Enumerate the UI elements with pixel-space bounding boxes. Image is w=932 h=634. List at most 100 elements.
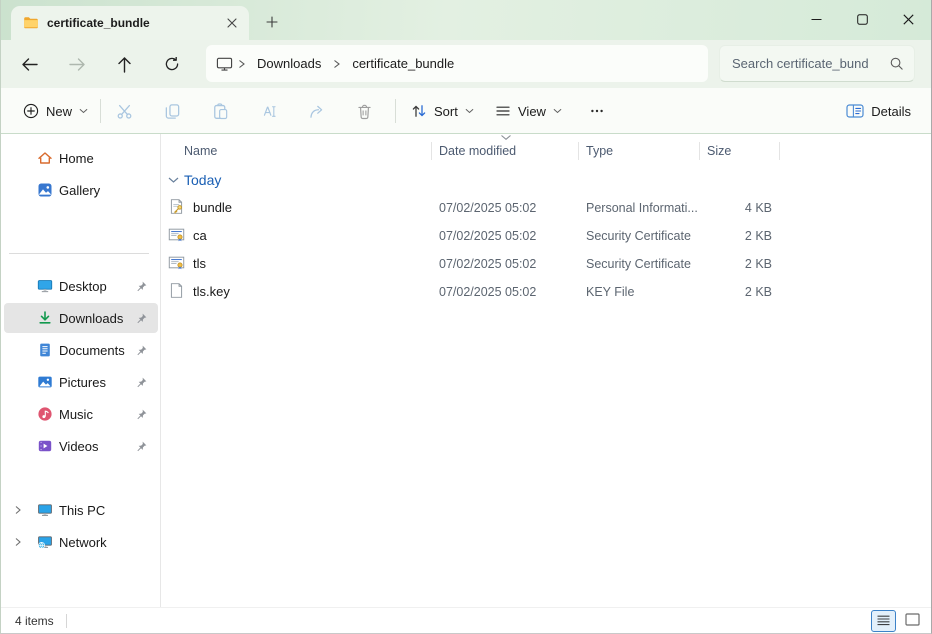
pin-icon bbox=[135, 440, 148, 453]
file-date-modified: 07/02/2025 05:02 bbox=[439, 229, 536, 243]
key-file-icon bbox=[168, 282, 185, 299]
sidebar-item-label: This PC bbox=[59, 503, 105, 518]
chevron-right-icon bbox=[332, 59, 341, 69]
sidebar-item-label: Videos bbox=[59, 439, 99, 454]
tab-title: certificate_bundle bbox=[47, 16, 213, 30]
file-row-tls[interactable]: tls 07/02/2025 05:02 Security Certificat… bbox=[162, 249, 802, 277]
tab-bar: certificate_bundle bbox=[1, 0, 931, 40]
column-divider[interactable] bbox=[431, 142, 432, 160]
column-header-date-modified[interactable]: Date modified bbox=[439, 140, 516, 162]
sort-button[interactable]: Sort bbox=[405, 95, 480, 127]
pin-icon bbox=[135, 280, 148, 293]
column-divider[interactable] bbox=[578, 142, 579, 160]
group-label: Today bbox=[184, 172, 221, 188]
pin-icon bbox=[135, 344, 148, 357]
paste-button[interactable] bbox=[200, 95, 240, 127]
pfx-file-icon bbox=[168, 198, 185, 215]
sidebar-item-music[interactable]: Music bbox=[4, 399, 158, 429]
file-type: Security Certificate bbox=[586, 229, 691, 243]
file-name: tls bbox=[193, 256, 206, 271]
file-date-modified: 07/02/2025 05:02 bbox=[439, 201, 536, 215]
chevron-down-icon bbox=[168, 177, 179, 184]
gallery-icon bbox=[37, 182, 53, 198]
details-view-toggle[interactable] bbox=[871, 610, 896, 632]
column-header-size[interactable]: Size bbox=[707, 140, 731, 162]
group-header-today[interactable]: Today bbox=[168, 168, 221, 192]
file-name: ca bbox=[193, 228, 207, 243]
copy-button[interactable] bbox=[152, 95, 192, 127]
sidebar-item-this-pc[interactable]: This PC bbox=[4, 495, 158, 525]
rename-icon bbox=[260, 103, 277, 120]
chevron-right-icon[interactable] bbox=[13, 505, 23, 515]
videos-icon bbox=[37, 438, 53, 454]
sort-button-label: Sort bbox=[434, 104, 458, 119]
search-icon bbox=[889, 56, 904, 71]
chevron-down-icon bbox=[553, 108, 562, 114]
more-options-button[interactable] bbox=[579, 95, 615, 127]
sort-arrows-icon bbox=[411, 103, 427, 119]
sidebar-divider bbox=[9, 253, 149, 254]
sidebar-item-documents[interactable]: Documents bbox=[4, 335, 158, 365]
search-input[interactable] bbox=[732, 56, 889, 71]
column-divider[interactable] bbox=[779, 142, 780, 160]
file-list: Name Date modified Type Size Today bbox=[162, 134, 931, 607]
navigation-bar: Downloads certificate_bundle bbox=[1, 40, 931, 88]
minimize-button[interactable] bbox=[793, 0, 839, 38]
column-divider[interactable] bbox=[699, 142, 700, 160]
file-row-bundle[interactable]: bundle 07/02/2025 05:02 Personal Informa… bbox=[162, 193, 802, 221]
explorer-body: Home Gallery Desktop bbox=[1, 134, 931, 607]
forward-button[interactable] bbox=[61, 48, 93, 80]
share-button[interactable] bbox=[296, 95, 336, 127]
trash-icon bbox=[356, 103, 373, 120]
sidebar-item-home[interactable]: Home bbox=[4, 143, 158, 173]
network-icon bbox=[37, 534, 53, 550]
back-button[interactable] bbox=[13, 48, 45, 80]
maximize-button[interactable] bbox=[839, 0, 885, 38]
sidebar-item-label: Downloads bbox=[59, 311, 123, 326]
search-box[interactable] bbox=[719, 45, 915, 82]
view-button[interactable]: View bbox=[489, 95, 568, 127]
sidebar-item-label: Pictures bbox=[59, 375, 106, 390]
chevron-right-icon[interactable] bbox=[13, 537, 23, 547]
sidebar-item-label: Desktop bbox=[59, 279, 107, 294]
file-row-tls-key[interactable]: tls.key 07/02/2025 05:02 KEY File 2 KB bbox=[162, 277, 802, 305]
sidebar-item-videos[interactable]: Videos bbox=[4, 431, 158, 461]
explorer-tab[interactable]: certificate_bundle bbox=[11, 6, 249, 40]
this-pc-icon bbox=[216, 56, 233, 72]
file-type: Security Certificate bbox=[586, 257, 691, 271]
sidebar-item-label: Gallery bbox=[59, 183, 100, 198]
status-divider bbox=[66, 614, 67, 628]
sidebar-item-network[interactable]: Network bbox=[4, 527, 158, 557]
sidebar-item-downloads[interactable]: Downloads bbox=[4, 303, 158, 333]
breadcrumb-item-downloads[interactable]: Downloads bbox=[250, 53, 328, 74]
file-row-ca[interactable]: ca 07/02/2025 05:02 Security Certificate… bbox=[162, 221, 802, 249]
large-icons-view-toggle[interactable] bbox=[900, 610, 925, 632]
column-header-type[interactable]: Type bbox=[586, 140, 613, 162]
breadcrumb-item-current-folder[interactable]: certificate_bundle bbox=[345, 53, 461, 74]
details-button[interactable]: Details bbox=[840, 95, 917, 127]
rename-button[interactable] bbox=[248, 95, 288, 127]
file-explorer-window: certificate_bundle bbox=[0, 0, 932, 634]
new-tab-button[interactable] bbox=[259, 11, 285, 33]
tab-close-button[interactable] bbox=[221, 12, 243, 34]
downloads-icon bbox=[37, 310, 53, 326]
sidebar-item-gallery[interactable]: Gallery bbox=[4, 175, 158, 205]
delete-button[interactable] bbox=[344, 95, 384, 127]
new-button[interactable]: New bbox=[17, 95, 94, 127]
close-button[interactable] bbox=[885, 0, 931, 38]
up-button[interactable] bbox=[108, 48, 140, 80]
file-type: KEY File bbox=[586, 285, 634, 299]
documents-icon bbox=[37, 342, 53, 358]
sidebar-item-desktop[interactable]: Desktop bbox=[4, 271, 158, 301]
sidebar-item-pictures[interactable]: Pictures bbox=[4, 367, 158, 397]
file-date-modified: 07/02/2025 05:02 bbox=[439, 285, 536, 299]
refresh-button[interactable] bbox=[156, 48, 188, 80]
cut-button[interactable] bbox=[104, 95, 144, 127]
sidebar-item-label: Network bbox=[59, 535, 107, 550]
sidebar-item-label: Home bbox=[59, 151, 94, 166]
column-header-name[interactable]: Name bbox=[184, 140, 217, 162]
toolbar-divider bbox=[100, 99, 101, 123]
view-lines-icon bbox=[495, 103, 511, 119]
file-date-modified: 07/02/2025 05:02 bbox=[439, 257, 536, 271]
home-icon bbox=[37, 150, 53, 166]
